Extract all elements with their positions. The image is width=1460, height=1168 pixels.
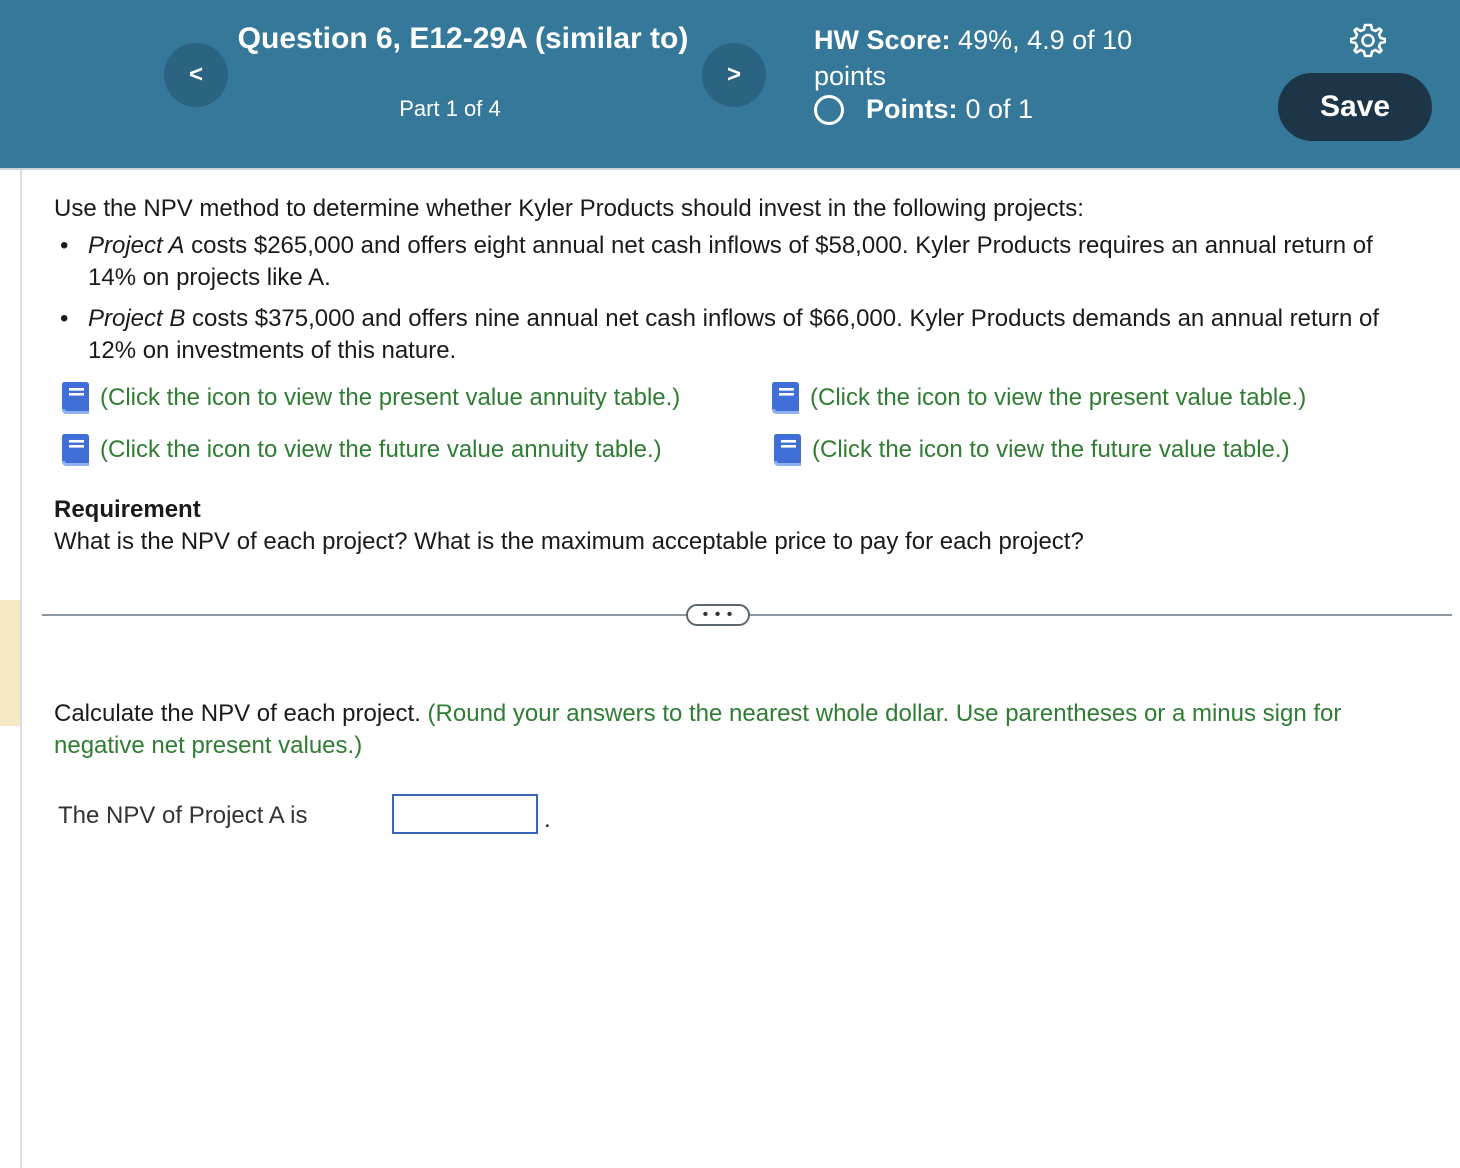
npv-a-period: . (544, 806, 551, 833)
hw-score-label: HW Score: (814, 25, 951, 55)
pv-table-link[interactable]: (Click the icon to view the present valu… (768, 378, 1306, 418)
project-b-name: Project B (88, 305, 186, 332)
gear-icon[interactable] (1350, 22, 1386, 58)
project-list: Project A costs $265,000 and offers eigh… (54, 230, 1404, 376)
book-icon[interactable] (58, 430, 92, 470)
points-label: Points: (866, 94, 958, 124)
fv-table-link[interactable]: (Click the icon to view the future value… (770, 430, 1290, 470)
next-question-button[interactable]: > (702, 43, 766, 107)
problem-intro: Use the NPV method to determine whether … (54, 195, 1084, 222)
hw-score: HW Score: 49%, 4.9 of 10 points (814, 22, 1174, 94)
question-part: Part 1 of 4 (399, 96, 501, 121)
radio-circle-icon (814, 94, 844, 125)
calc-instruction-text: Calculate the NPV of each project. (54, 700, 421, 727)
left-rail (20, 170, 22, 1168)
pv-annuity-link-text[interactable]: (Click the icon to view the present valu… (100, 384, 680, 412)
npv-a-input[interactable] (392, 794, 538, 834)
book-icon[interactable] (768, 378, 802, 418)
previous-question-button[interactable]: < (164, 43, 228, 107)
book-icon[interactable] (58, 378, 92, 418)
part-marker (0, 600, 20, 726)
fv-annuity-link-text[interactable]: (Click the icon to view the future value… (100, 436, 662, 464)
pv-link-text[interactable]: (Click the icon to view the present valu… (810, 384, 1306, 412)
pv-annuity-table-link[interactable]: (Click the icon to view the present valu… (58, 378, 680, 418)
points-value: 0 of 1 (965, 94, 1034, 124)
chevron-right-icon: > (726, 61, 741, 88)
chevron-left-icon: < (188, 61, 203, 88)
list-item: Project A costs $265,000 and offers eigh… (54, 230, 1404, 294)
requirement-title: Requirement (54, 496, 201, 523)
calc-instruction: Calculate the NPV of each project. (Roun… (54, 698, 1434, 762)
project-a-name: Project A (88, 232, 185, 259)
question-title: Question 6, E12-29A (similar to) (237, 22, 689, 55)
question-points: Points: 0 of 1 (814, 94, 1033, 125)
list-item: Project B costs $375,000 and offers nine… (54, 303, 1404, 367)
project-a-text: costs $265,000 and offers eight annual n… (88, 232, 1373, 291)
fv-link-text[interactable]: (Click the icon to view the future value… (812, 436, 1290, 464)
show-more-button[interactable]: • • • (686, 604, 750, 626)
project-b-text: costs $375,000 and offers nine annual ne… (88, 305, 1380, 364)
question-header: < Question 6, E12-29A (similar to) Part … (0, 0, 1460, 170)
book-icon[interactable] (770, 430, 804, 470)
npv-a-label: The NPV of Project A is (58, 802, 308, 829)
fv-annuity-table-link[interactable]: (Click the icon to view the future value… (58, 430, 662, 470)
save-button[interactable]: Save (1278, 73, 1432, 141)
requirement-text: What is the NPV of each project? What is… (54, 528, 1084, 555)
